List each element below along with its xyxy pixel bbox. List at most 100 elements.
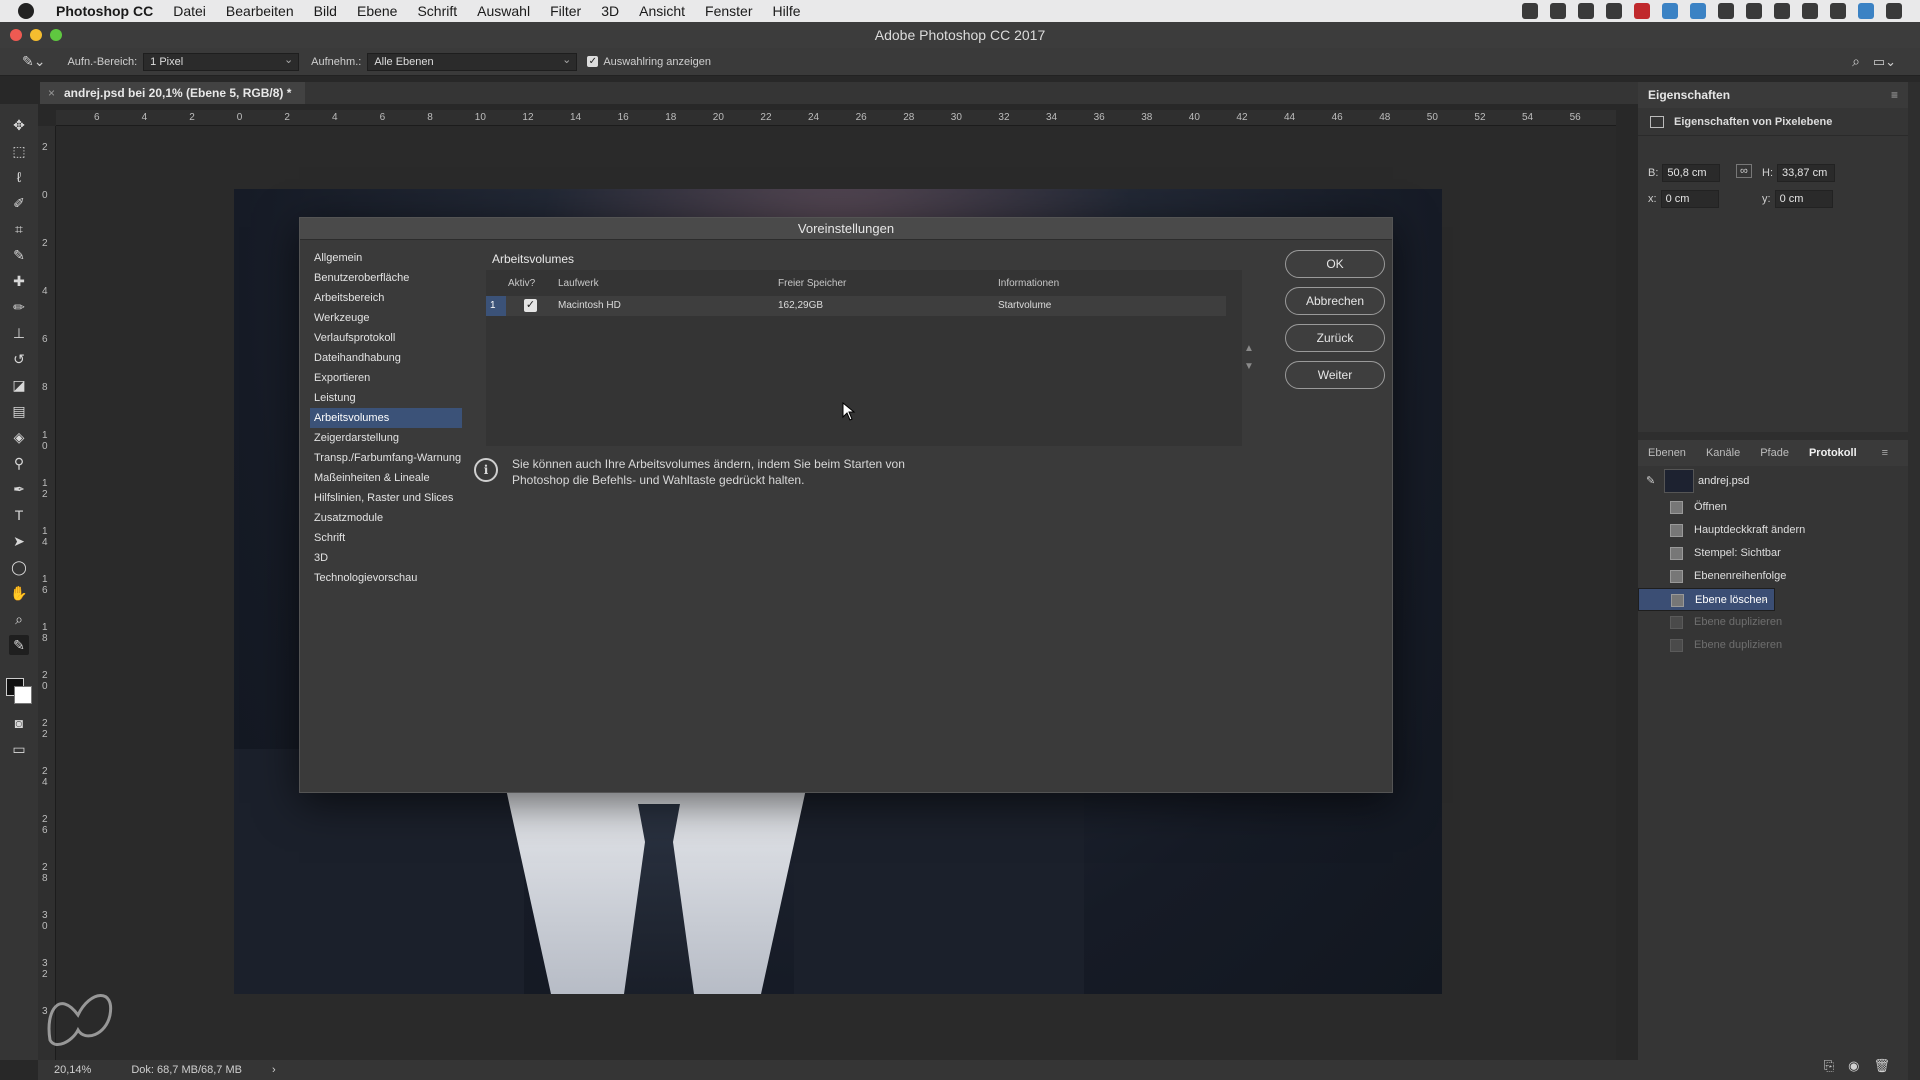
nav-item[interactable]: Allgemein [310,248,462,268]
quick-mask-icon[interactable]: ◙ [9,713,29,733]
document-tab[interactable]: × andrej.psd bei 20,1% (Ebene 5, RGB/8) … [40,82,306,104]
airplay-icon[interactable] [1550,3,1566,19]
tab-pfade[interactable]: Pfade [1750,447,1799,459]
tab-kanaele[interactable]: Kanäle [1696,447,1750,459]
menu-hilfe[interactable]: Hilfe [773,3,801,19]
nav-item[interactable]: Verlaufsprotokoll [310,328,462,348]
next-button[interactable]: Weiter [1285,361,1385,389]
menu-ansicht[interactable]: Ansicht [639,3,685,19]
sample-size-select[interactable]: 1 Pixel [143,52,300,71]
screen-icon[interactable] [1718,3,1734,19]
cancel-button[interactable]: Abbrechen [1285,287,1385,315]
active-checkbox[interactable]: ✓ [524,299,537,312]
menu-bild[interactable]: Bild [314,3,337,19]
dropbox-icon[interactable] [1690,3,1706,19]
lasso-tool-icon[interactable]: ℓ [9,167,29,187]
sample-layers-select[interactable]: Alle Ebenen [367,52,578,71]
path-selection-tool-icon[interactable]: ➤ [9,531,29,551]
search-icon[interactable]: ⌕ [1852,53,1860,70]
x-input[interactable]: 0 cm [1660,190,1719,208]
history-brush-source-icon[interactable]: ✎ [1646,466,1655,496]
nav-item[interactable]: Transp./Farbumfang-Warnung [310,448,462,468]
nav-item[interactable]: Dateihandhabung [310,348,462,368]
ellipse-tool-icon[interactable]: ◯ [9,557,29,577]
pen-tool-icon[interactable]: ✒ [9,479,29,499]
nav-item-selected[interactable]: Arbeitsvolumes [310,408,462,428]
zoom-tool-icon[interactable]: ⌕ [9,609,29,629]
brush-tool-icon[interactable]: ✏ [9,297,29,317]
nav-item[interactable]: Schrift [310,528,462,548]
history-state[interactable]: Hauptdeckkraft ändern [1638,519,1908,542]
tab-ebenen[interactable]: Ebenen [1638,447,1696,459]
history-state[interactable]: Öffnen [1638,496,1908,519]
history-state-selected[interactable]: Ebene löschen [1638,587,1775,611]
menu-app-name[interactable]: Photoshop CC [56,3,153,19]
quick-selection-tool-icon[interactable]: ✐ [9,193,29,213]
menu-3d[interactable]: 3D [601,3,619,19]
siri-icon[interactable] [1858,3,1874,19]
menu-datei[interactable]: Datei [173,3,206,19]
history-state[interactable]: Stempel: Sichtbar [1638,542,1908,565]
record-icon[interactable] [1522,3,1538,19]
new-document-from-state-icon[interactable]: ⎘ [1824,1058,1834,1074]
menu-filter[interactable]: Filter [550,3,581,19]
nav-item[interactable]: Leistung [310,388,462,408]
eyedropper-preset-icon[interactable]: ✎⌄ [22,53,45,70]
nav-item[interactable]: Zusatzmodule [310,508,462,528]
blur-tool-icon[interactable]: ◈ [9,427,29,447]
move-up-icon[interactable]: ▲ [1244,340,1254,358]
sync-icon[interactable] [1662,3,1678,19]
time-machine-icon[interactable] [1746,3,1762,19]
history-state[interactable]: Ebenenreihenfolge [1638,565,1908,588]
bluetooth-icon[interactable] [1774,3,1790,19]
notification-center-icon[interactable] [1886,3,1902,19]
y-input[interactable]: 0 cm [1774,190,1833,208]
nav-item[interactable]: Arbeitsbereich [310,288,462,308]
move-tool-icon[interactable]: ✥ [9,115,29,135]
new-snapshot-icon[interactable]: ◉ [1848,1058,1859,1074]
table-row[interactable]: 1 ✓ Macintosh HD 162,29GB Startvolume [486,296,1226,316]
background-color-swatch[interactable] [14,686,32,704]
panel-menu-icon[interactable]: ≡ [1891,82,1898,108]
history-state-undone[interactable]: Ebene duplizieren [1638,611,1908,634]
minimize-window-icon[interactable] [30,29,42,41]
menu-bearbeiten[interactable]: Bearbeiten [226,3,294,19]
workspace-icon[interactable]: ▭⌄ [1873,54,1896,70]
nav-item[interactable]: Benutzeroberfläche [310,268,462,288]
healing-brush-tool-icon[interactable]: ✚ [9,271,29,291]
display-icon[interactable] [1578,3,1594,19]
wifi-icon[interactable] [1802,3,1818,19]
width-input[interactable]: 50,8 cm [1662,164,1721,182]
height-input[interactable]: 33,87 cm [1777,164,1835,182]
color-sampler-tool-icon[interactable]: ✎ [9,635,29,655]
creative-cloud-icon[interactable] [1606,3,1622,19]
menu-schrift[interactable]: Schrift [417,3,457,19]
nav-item[interactable]: 3D [310,548,462,568]
nav-item[interactable]: Hilfslinien, Raster und Slices [310,488,462,508]
menu-fenster[interactable]: Fenster [705,3,752,19]
nav-item[interactable]: Maßeinheiten & Lineale [310,468,462,488]
back-button[interactable]: Zurück [1285,324,1385,352]
clone-stamp-tool-icon[interactable]: ⊥ [9,323,29,343]
history-snapshot[interactable]: ✎ andrej.psd [1638,466,1908,496]
menu-ebene[interactable]: Ebene [357,3,397,19]
eraser-tool-icon[interactable]: ◪ [9,375,29,395]
gradient-tool-icon[interactable]: ▤ [9,401,29,421]
close-tab-icon[interactable]: × [48,82,55,104]
history-brush-tool-icon[interactable]: ↺ [9,349,29,369]
show-ring-checkbox[interactable]: ✓ [587,56,599,67]
hand-tool-icon[interactable]: ✋ [9,583,29,603]
dodge-tool-icon[interactable]: ⚲ [9,453,29,473]
marquee-tool-icon[interactable]: ⬚ [9,141,29,161]
link-icon[interactable]: ∞ [1736,164,1752,178]
zoom-level[interactable]: 20,14% [54,1064,91,1076]
apple-icon[interactable] [18,3,34,19]
move-down-icon[interactable]: ▼ [1244,358,1254,376]
nav-item[interactable]: Werkzeuge [310,308,462,328]
crop-tool-icon[interactable]: ⌗ [9,219,29,239]
ok-button[interactable]: OK [1285,250,1385,278]
spotlight-icon[interactable] [1830,3,1846,19]
screen-mode-icon[interactable]: ▭ [9,739,29,759]
history-state-undone[interactable]: Ebene duplizieren [1638,634,1908,657]
zoom-window-icon[interactable] [50,29,62,41]
